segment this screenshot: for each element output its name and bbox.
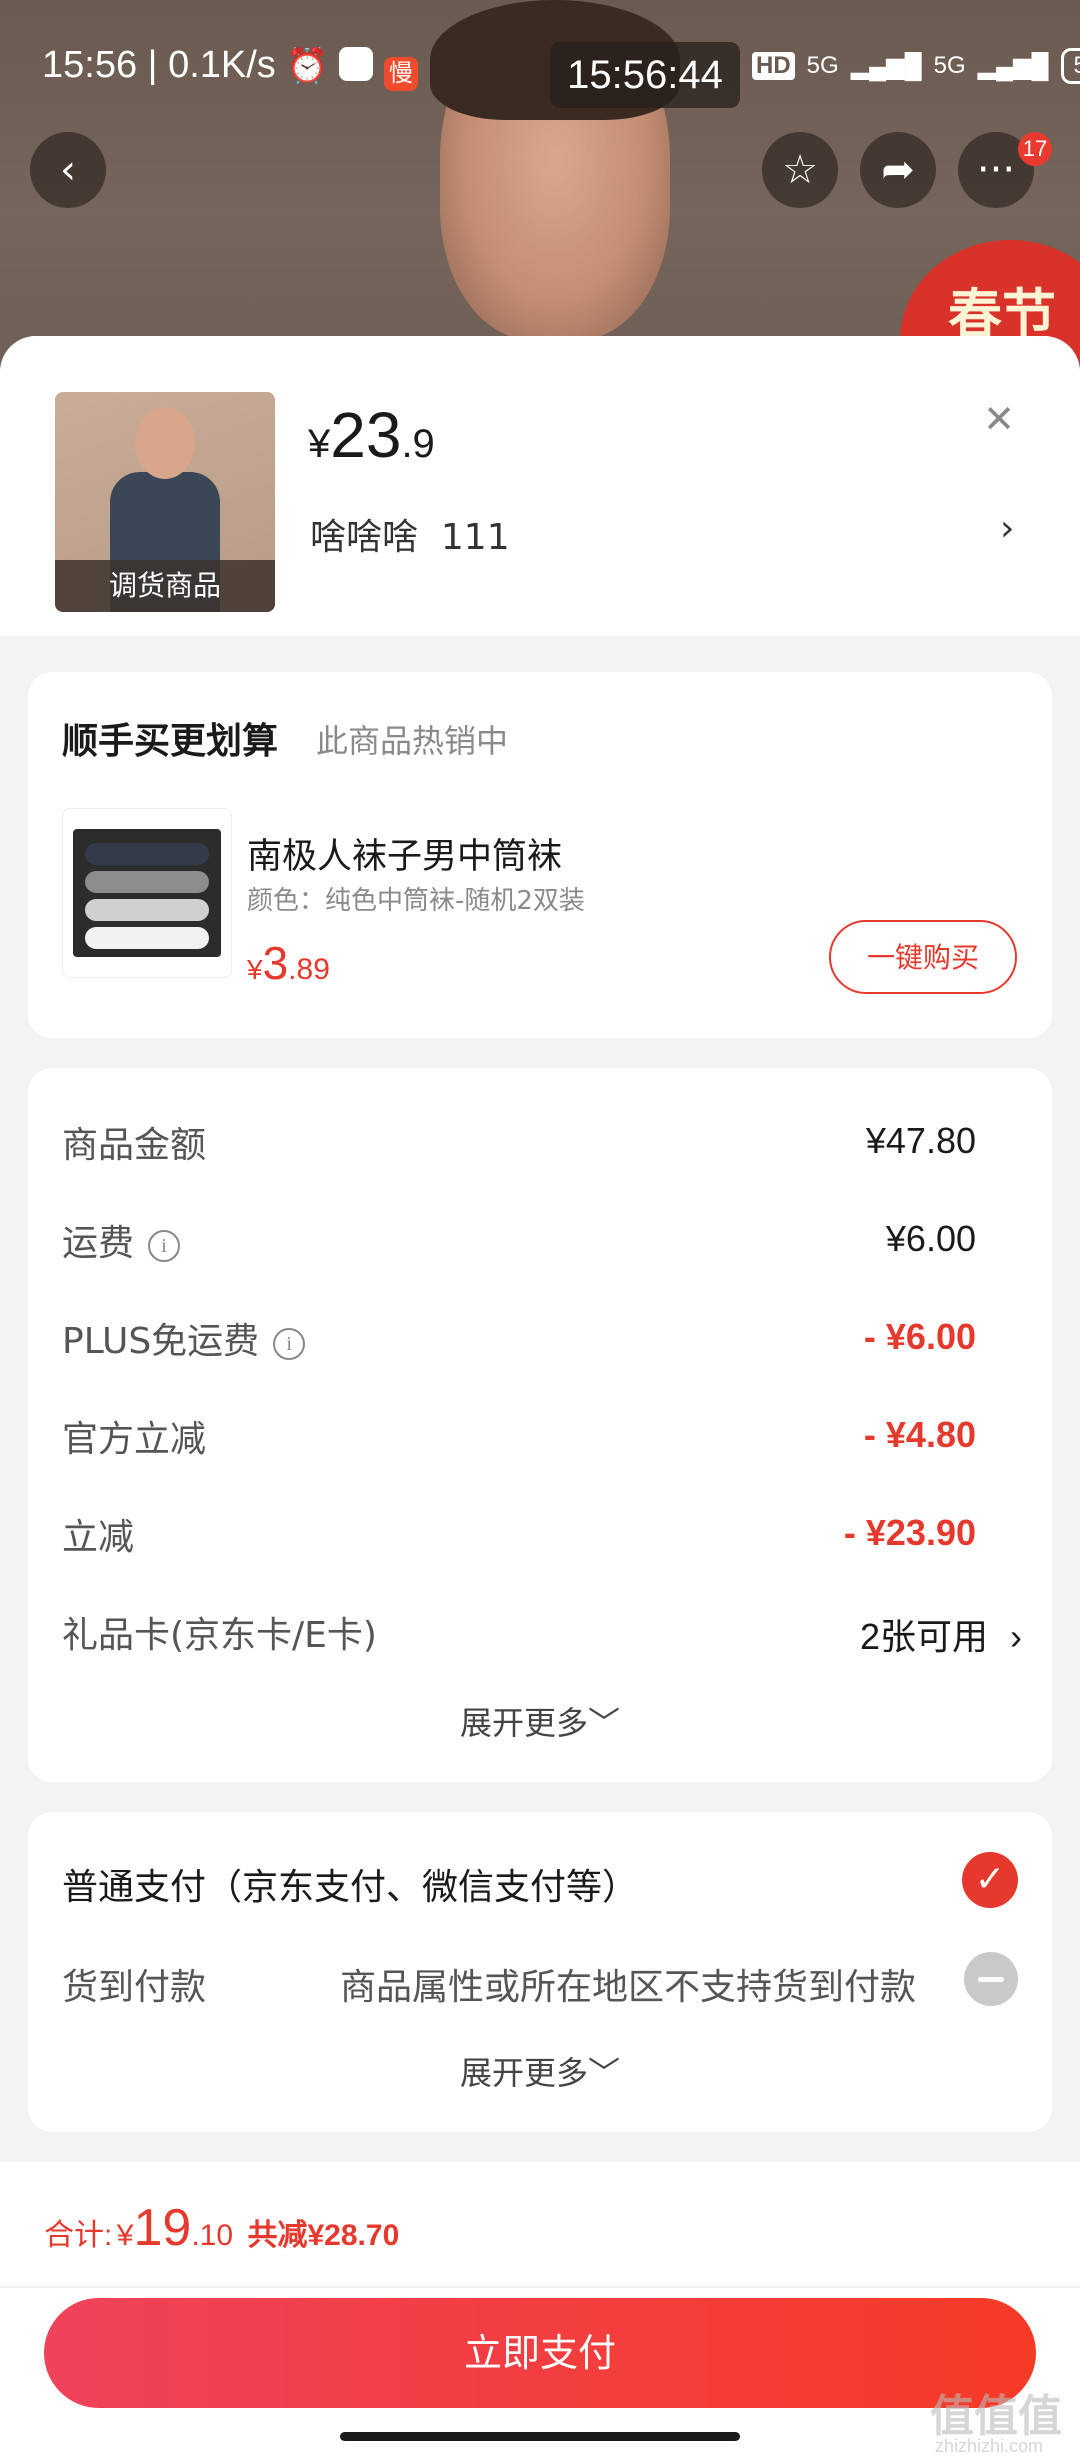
divider [0, 2286, 1080, 2288]
payment-option-normal[interactable]: 普通支付（京东支付、微信支付等） [62, 1858, 638, 1910]
star-icon: ☆ [782, 147, 818, 193]
more-icon: ··· [976, 147, 1016, 193]
upsell-item-name: 南极人袜子男中筒袜 [247, 837, 563, 877]
share-icon: ➦ [881, 147, 915, 193]
total-saved: 共减¥28.70 [247, 2219, 400, 2252]
cost-row-label: 商品金额 [62, 1125, 207, 1166]
expand-more-payment[interactable]: 展开更多﹀ [28, 2048, 1052, 2094]
chevron-left-icon: ‹ [60, 147, 76, 193]
transfer-goods-tag: 调货商品 [55, 560, 275, 612]
checkmark-icon[interactable]: ✓ [962, 1852, 1018, 1908]
cost-row-value: ¥6.00 [885, 1218, 976, 1259]
upsell-subtitle: 此商品热销中 [316, 722, 509, 760]
hd-icon: HD [752, 52, 795, 80]
notification-badge: 17 [1018, 132, 1052, 166]
upsell-title: 顺手买更划算 [62, 721, 279, 762]
signal-icon: ▂▄▆█ [850, 52, 922, 80]
home-indicator[interactable] [340, 2432, 740, 2441]
disabled-icon [964, 1952, 1018, 2006]
cost-row-label-plus[interactable]: PLUS免运费 i [62, 1312, 306, 1364]
share-button[interactable]: ➦ [860, 132, 936, 208]
back-button[interactable]: ‹ [30, 132, 106, 208]
network-5g-1: 5G [806, 52, 839, 79]
cost-row-value-discount: - ¥6.00 [863, 1316, 976, 1357]
info-icon[interactable]: i [273, 1328, 306, 1360]
upsell-item-spec: 颜色：纯色中筒袜-随机2双装 [247, 886, 585, 916]
sku-selector[interactable]: 啥啥啥 111 [310, 508, 510, 560]
upsell-item-price: ¥3.89 [247, 937, 330, 989]
sku-label: 啥啥啥 111 [310, 517, 510, 558]
cost-row-label: 官方立减 [62, 1419, 207, 1460]
status-time: 15:56 | 0.1K/s [42, 44, 276, 86]
cost-row-value-discount: - ¥4.80 [863, 1414, 976, 1455]
socks-thumbnail[interactable] [62, 808, 232, 978]
status-indicators: HD 5G ▂▄▆█ 5G ▂▄▆█ 52 [752, 48, 1080, 84]
cost-row-label: 立减 [62, 1517, 135, 1558]
product-thumbnail: 调货商品 [55, 392, 275, 612]
gift-card-label[interactable]: 礼品卡(京东卡/E卡) [62, 1606, 377, 1658]
gift-card-value[interactable]: 2张可用 › [860, 1608, 1022, 1660]
signal-icon: ▂▄▆█ [977, 52, 1049, 80]
product-price: ¥23.9 [308, 399, 435, 471]
model-head [135, 407, 195, 479]
close-icon[interactable]: ✕ [976, 396, 1022, 442]
info-icon[interactable]: i [148, 1230, 181, 1262]
chevron-right-icon: › [1010, 1616, 1022, 1657]
order-total: 合计: ¥19.10 共减¥28.70 [44, 2199, 400, 2257]
pay-now-button[interactable]: 立即支付 [44, 2298, 1036, 2408]
cost-row-value: ¥47.80 [865, 1120, 976, 1161]
sock-row [85, 927, 209, 949]
sock-row [85, 899, 209, 921]
payment-option-cod: 货到付款 [62, 1967, 207, 2008]
site-watermark: 值值值 [930, 2392, 1062, 2441]
app-icon [339, 47, 374, 81]
site-watermark-url: zhizhizhi.com [935, 2436, 1044, 2456]
cod-unavailable-note: 商品属性或所在地区不支持货到付款 [340, 1967, 917, 2008]
battery-indicator: 52 [1060, 48, 1080, 84]
chevron-right-icon[interactable]: › [1000, 508, 1014, 549]
status-time-network: 15:56 | 0.1K/s ⏰ 慢 [42, 44, 418, 91]
sock-row [85, 871, 209, 893]
cost-row-label-shipping[interactable]: 运费 i [62, 1214, 181, 1266]
alarm-icon: ⏰ [286, 47, 329, 85]
network-5g-2: 5G [933, 52, 966, 79]
expand-more-costs[interactable]: 展开更多﹀ [28, 1698, 1052, 1744]
slow-badge-icon: 慢 [383, 57, 418, 91]
cost-row-value-discount: - ¥23.90 [843, 1512, 976, 1553]
favorite-button[interactable]: ☆ [762, 132, 838, 208]
one-click-buy-button[interactable]: 一键购买 [829, 920, 1017, 994]
overlay-clock: 15:56:44 [550, 42, 740, 108]
sock-row [85, 843, 209, 865]
